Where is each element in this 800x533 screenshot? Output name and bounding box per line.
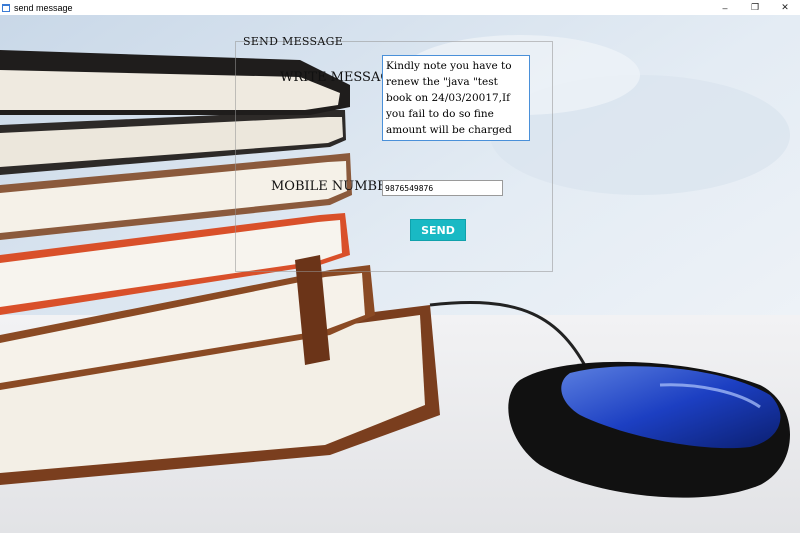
minimize-button[interactable]: – <box>710 0 740 15</box>
message-textarea[interactable]: Kindly note you have to renew the "java … <box>382 55 530 141</box>
window-title: send message <box>14 2 73 13</box>
close-button[interactable]: ✕ <box>770 0 800 15</box>
panel-heading: SEND MESSAGE <box>243 35 344 48</box>
maximize-button[interactable]: ❐ <box>740 0 770 15</box>
mobile-number-input[interactable] <box>382 180 503 196</box>
title-bar: send message – ❐ ✕ <box>0 0 800 15</box>
send-button[interactable]: SEND <box>410 219 466 241</box>
app-window-icon <box>2 3 10 12</box>
window-controls: – ❐ ✕ <box>710 0 800 15</box>
mobile-number-label: MOBILE NUMBER <box>271 179 397 194</box>
